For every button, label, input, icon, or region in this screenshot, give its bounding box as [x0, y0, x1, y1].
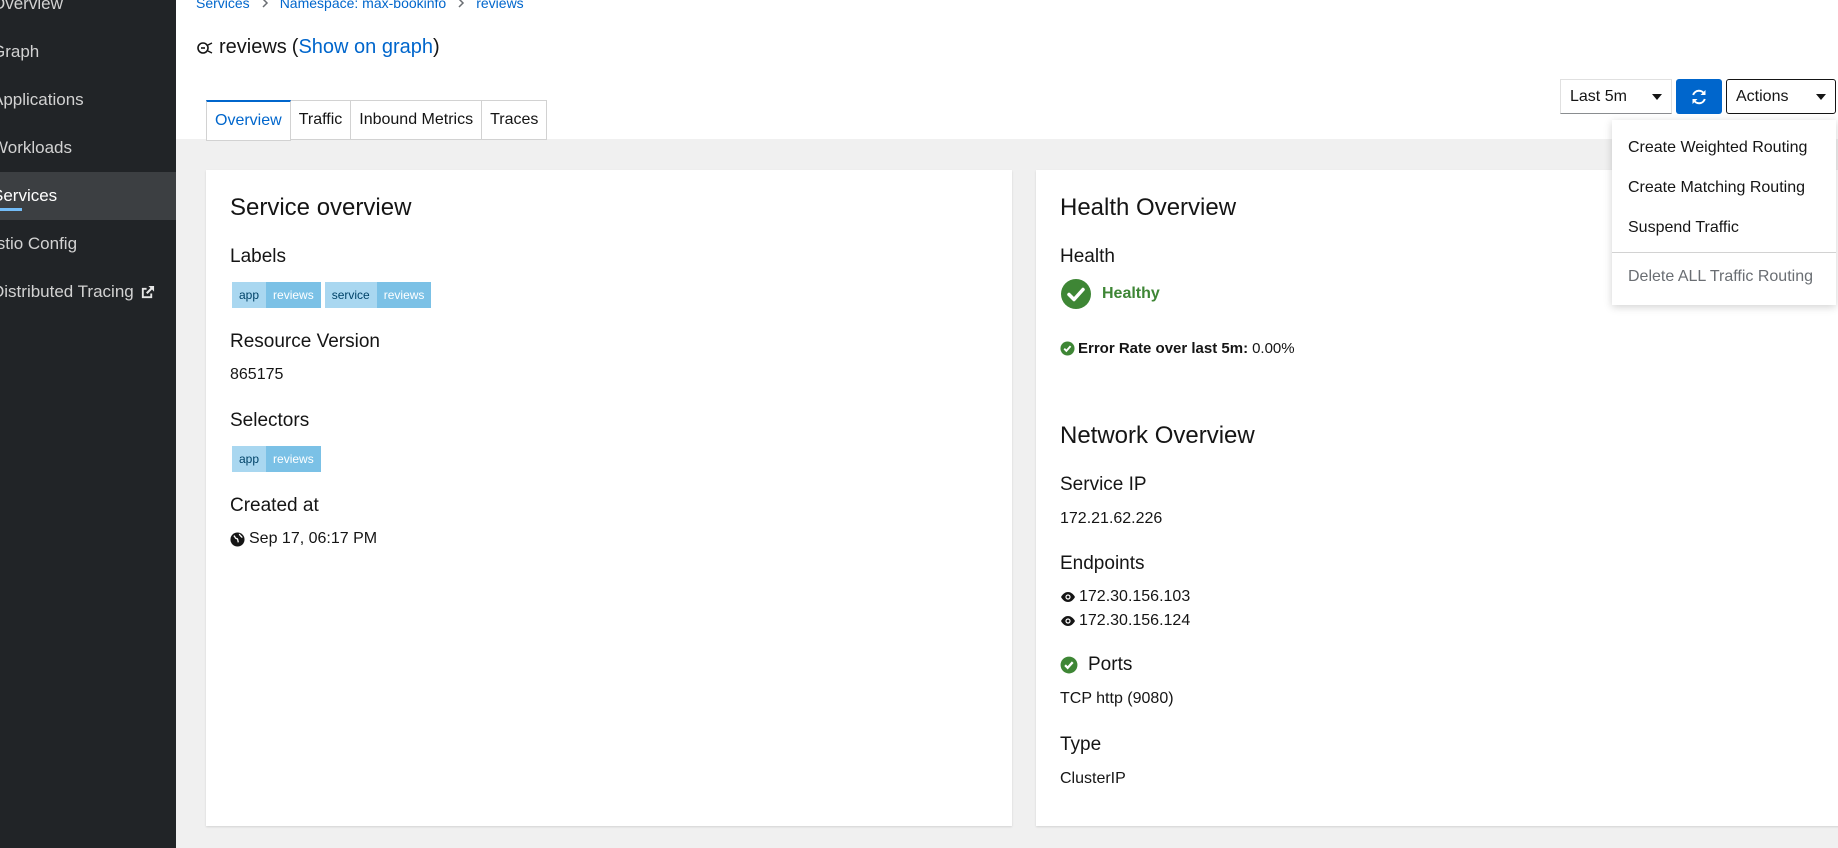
- refresh-icon: [1690, 88, 1708, 106]
- label-key: app: [232, 282, 267, 308]
- caret-down-icon: [1652, 93, 1662, 100]
- service-icon: [196, 40, 214, 56]
- selector-chip: app reviews: [232, 446, 321, 472]
- health-heading: Health: [1060, 246, 1115, 267]
- ports-heading: Ports: [1088, 654, 1133, 675]
- labels-heading: Labels: [230, 246, 286, 267]
- created-value: Sep 17, 06:17 PM: [249, 530, 378, 547]
- time-range-value: Last 5m: [1570, 87, 1627, 105]
- sidebar-item-label: Overview: [0, 0, 63, 13]
- type-value: ClusterIP: [1060, 770, 1126, 787]
- menu-item-create-matching-routing[interactable]: Create Matching Routing: [1612, 168, 1836, 208]
- sidebar-item-overview[interactable]: Overview: [0, 0, 176, 28]
- sidebar-item-label: Workloads: [0, 138, 72, 157]
- endpoint-row: 172.30.156.124: [1060, 612, 1190, 630]
- labels-list: app reviews service reviews: [232, 282, 432, 308]
- sidebar-item-applications[interactable]: Applications: [0, 76, 176, 124]
- label-value: reviews: [376, 282, 432, 308]
- endpoint-ip: 172.30.156.124: [1079, 612, 1191, 629]
- chevron-right-icon: [457, 0, 465, 8]
- menu-item-create-weighted-routing[interactable]: Create Weighted Routing: [1612, 128, 1836, 168]
- label-key: service: [324, 282, 377, 308]
- type-heading: Type: [1060, 734, 1102, 755]
- created-row: Sep 17, 06:17 PM: [230, 530, 377, 548]
- selectors-heading: Selectors: [230, 410, 310, 431]
- error-rate-label: Error Rate over last 5m:: [1078, 340, 1249, 357]
- sidebar-nav: Overview Graph Applications Workloads Se…: [0, 0, 176, 848]
- sidebar-item-graph[interactable]: Graph: [0, 28, 176, 76]
- label-key: app: [232, 446, 267, 472]
- external-link-icon: [140, 285, 155, 300]
- tab-bar: Overview Traffic Inbound Metrics Traces: [206, 100, 548, 141]
- show-on-graph-link[interactable]: Show on graph: [298, 36, 433, 59]
- tab-inbound-metrics[interactable]: Inbound Metrics: [351, 100, 483, 140]
- check-circle-icon: [1060, 656, 1078, 674]
- label-value: reviews: [266, 446, 321, 472]
- sidebar-item-distributed-tracing[interactable]: Distributed Tracing: [0, 268, 176, 316]
- endpoint-row: 172.30.156.103: [1060, 588, 1190, 606]
- main-content: Services Namespace: max-bookinfo reviews…: [176, 0, 1838, 848]
- health-status: Healthy: [1060, 278, 1160, 310]
- sidebar-item-workloads[interactable]: Workloads: [0, 124, 176, 172]
- check-circle-icon: [1060, 341, 1075, 356]
- eye-icon: [1060, 615, 1076, 627]
- tab-traffic[interactable]: Traffic: [290, 100, 352, 140]
- health-overview-title: Health Overview: [1060, 194, 1237, 221]
- breadcrumb-namespace[interactable]: Namespace: max-bookinfo: [280, 0, 447, 11]
- breadcrumb-services[interactable]: Services: [196, 0, 250, 11]
- eye-icon: [1060, 591, 1076, 603]
- menu-divider: [1612, 252, 1836, 253]
- health-status-text: Healthy: [1102, 285, 1160, 302]
- sidebar-item-label: Istio Config: [0, 234, 78, 253]
- caret-down-icon: [1816, 93, 1826, 100]
- label-value: reviews: [266, 282, 321, 308]
- breadcrumb: Services Namespace: max-bookinfo reviews: [196, 0, 524, 11]
- breadcrumb-service[interactable]: reviews: [476, 0, 523, 11]
- sidebar-item-label: Applications: [0, 90, 84, 109]
- refresh-button[interactable]: [1676, 79, 1722, 114]
- tab-overview[interactable]: Overview: [206, 100, 291, 141]
- tab-traces[interactable]: Traces: [482, 100, 548, 140]
- selectors-list: app reviews: [232, 446, 321, 472]
- resource-version-heading: Resource Version: [230, 331, 380, 352]
- endpoints-heading: Endpoints: [1060, 553, 1145, 574]
- sidebar-item-label: Services: [0, 186, 58, 205]
- menu-item-suspend-traffic[interactable]: Suspend Traffic: [1612, 208, 1836, 248]
- chevron-right-icon: [261, 0, 269, 8]
- actions-menu: Create Weighted Routing Create Matching …: [1612, 120, 1836, 305]
- actions-button[interactable]: Actions: [1726, 79, 1836, 114]
- service-overview-card: Service overview Labels app reviews serv…: [206, 170, 1012, 826]
- label-chip: service reviews: [324, 282, 432, 308]
- time-range-select[interactable]: Last 5m: [1560, 79, 1672, 114]
- sidebar-item-label: Distributed Tracing: [0, 282, 134, 301]
- network-overview-title: Network Overview: [1060, 422, 1255, 449]
- sidebar-item-istio-config[interactable]: Istio Config: [0, 220, 176, 268]
- created-heading: Created at: [230, 495, 319, 516]
- error-rate-value: 0.00%: [1252, 340, 1295, 357]
- service-ip-value: 172.21.62.226: [1060, 510, 1163, 527]
- resource-version-value: 865175: [230, 366, 284, 383]
- check-circle-icon: [1060, 278, 1092, 310]
- error-rate-row: Error Rate over last 5m: 0.00%: [1060, 340, 1295, 357]
- ports-heading-row: Ports: [1060, 654, 1132, 676]
- page-title: reviews (Show on graph): [196, 36, 440, 59]
- card-title: Service overview: [230, 194, 412, 221]
- sidebar-item-services[interactable]: Services: [0, 172, 176, 220]
- service-ip-heading: Service IP: [1060, 474, 1147, 495]
- ports-value: TCP http (9080): [1060, 690, 1174, 707]
- globe-icon: [230, 531, 245, 547]
- service-name: reviews: [219, 36, 287, 58]
- menu-item-delete-all-traffic-routing: Delete ALL Traffic Routing: [1628, 268, 1813, 285]
- sidebar-item-label: Graph: [0, 42, 40, 61]
- toolbar: Last 5m Actions: [1560, 79, 1836, 114]
- endpoint-ip: 172.30.156.103: [1079, 588, 1191, 605]
- label-chip: app reviews: [232, 282, 321, 308]
- actions-label: Actions: [1736, 87, 1789, 105]
